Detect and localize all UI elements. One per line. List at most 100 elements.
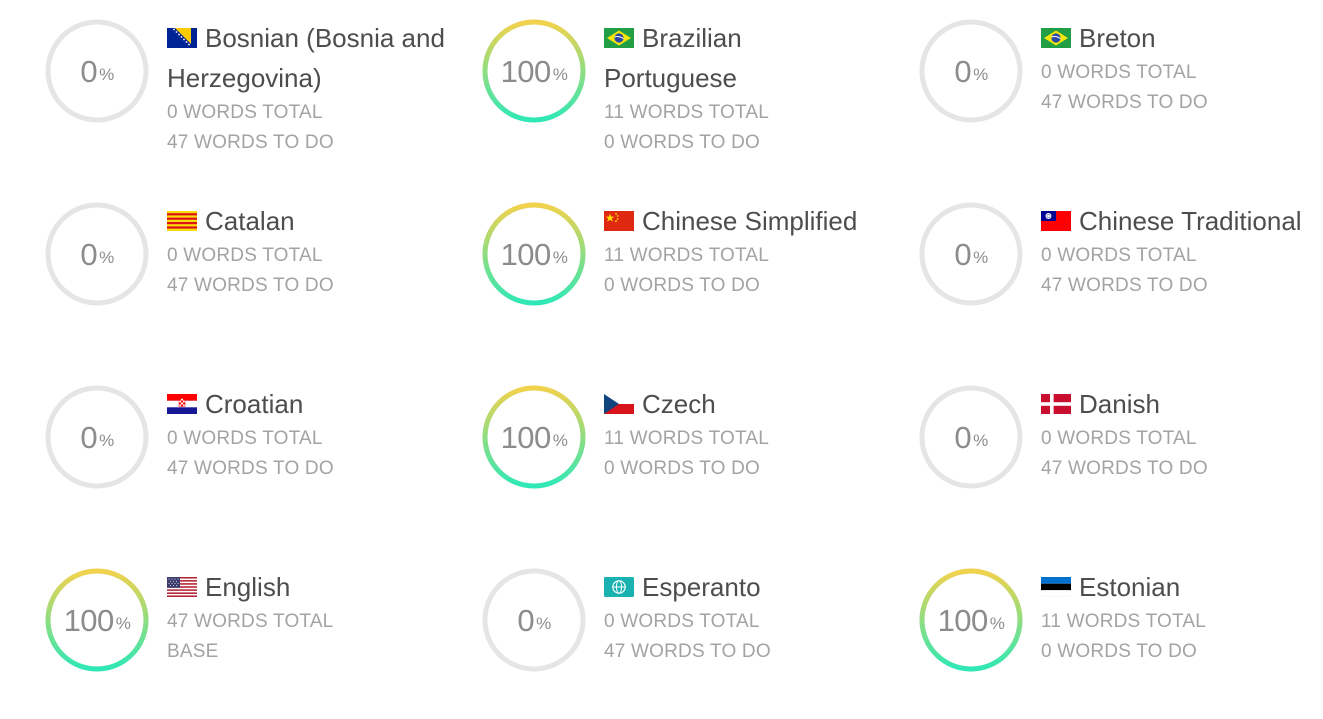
language-name-text: Breton (1079, 23, 1156, 53)
esperanto-flag-icon (604, 568, 634, 597)
brazil-flag-icon (1041, 19, 1071, 48)
progress-ring: 100% (482, 385, 586, 489)
language-info: Croatian 0 WORDS TOTAL 47 WORDS TO DO (167, 384, 467, 484)
china-flag-icon (604, 202, 634, 231)
brazil-flag-icon (604, 19, 634, 48)
percent-value: 0 (954, 53, 972, 89)
language-info: Estonian 11 WORDS TOTAL 0 WORDS TO DO (1040, 567, 1323, 667)
words-to-do: 0 WORDS TO DO (604, 132, 761, 153)
taiwan-flag-icon (1041, 202, 1071, 231)
language-info: Brazilian Portuguese 11 WORDS TOTAL 0 WO… (604, 18, 904, 158)
progress-percent: 0% (45, 202, 149, 306)
percent-sign: % (115, 613, 131, 633)
percent-value: 100 (500, 236, 552, 272)
czech-flag-icon (604, 385, 634, 414)
progress-ring: 100% (45, 568, 149, 672)
percent-value: 0 (80, 53, 98, 89)
progress-percent: 0% (45, 385, 149, 489)
language-card-catalan[interactable]: 0% Catalan 0 WORDS TOTAL 47 WORDS TO DO (0, 183, 430, 353)
words-total: 0 WORDS TOTAL (1041, 428, 1197, 449)
progress-ring: 0% (482, 568, 586, 672)
words-total: 11 WORDS TOTAL (604, 102, 770, 123)
progress-percent: 100% (45, 568, 149, 672)
words-total: 0 WORDS TOTAL (167, 245, 323, 266)
language-card-czech[interactable]: 100% Czech 11 WORDS TOTAL 0 WORDS TO DO (437, 366, 867, 536)
percent-sign: % (536, 613, 551, 633)
language-card-breton[interactable]: 0% Breton 0 WORDS TOTAL 47 WORDS TO DO (874, 0, 1304, 170)
words-total: 0 WORDS TOTAL (1041, 62, 1197, 83)
language-card-chinese-simplified[interactable]: 100% Chinese Simplified 11 WORDS TOTAL 0… (437, 183, 867, 353)
language-name[interactable]: English (167, 567, 467, 607)
language-info: Bosnian (Bosnia and Herzegovina) 0 WORDS… (167, 18, 467, 158)
words-total: 47 WORDS TOTAL (167, 611, 334, 632)
language-card-estonian[interactable]: 100% Estonian 11 WORDS TOTAL 0 WORDS TO … (874, 549, 1304, 719)
language-info: Chinese Traditional 0 WORDS TOTAL 47 WOR… (1041, 201, 1323, 301)
language-card-brazilian-portuguese[interactable]: 100% Brazilian Portuguese 11 WORDS TOTAL… (437, 0, 867, 170)
progress-percent: 0% (919, 19, 1023, 123)
bosnia-flag-icon (167, 19, 197, 48)
language-name[interactable]: Chinese Traditional (1041, 201, 1323, 241)
progress-percent: 100% (482, 385, 586, 489)
language-name-text: Bosnian (Bosnia and Herzegovina) (167, 23, 445, 93)
language-progress-grid: 0% Bosnian (Bosnia and Herzegovina) 0 WO… (0, 0, 1323, 706)
progress-percent: 0% (482, 568, 586, 672)
language-name[interactable]: Estonian (1040, 567, 1323, 607)
language-name[interactable]: Croatian (167, 384, 467, 424)
words-to-do: 47 WORDS TO DO (1041, 275, 1208, 296)
words-total: 0 WORDS TOTAL (1041, 245, 1197, 266)
words-to-do: 47 WORDS TO DO (167, 275, 334, 296)
percent-sign: % (989, 613, 1005, 633)
language-card-esperanto[interactable]: 0% Esperanto 0 WORDS TOTAL 47 WORDS TO D… (437, 549, 867, 719)
language-card-chinese-traditional[interactable]: 0% Chinese Traditional 0 WORDS TOTAL 47 … (874, 183, 1304, 353)
language-info: Breton 0 WORDS TOTAL 47 WORDS TO DO (1041, 18, 1323, 118)
language-info: Esperanto 0 WORDS TOTAL 47 WORDS TO DO (604, 567, 904, 667)
progress-ring: 100% (919, 568, 1023, 672)
progress-ring: 100% (482, 202, 586, 306)
language-card-danish[interactable]: 0% Danish 0 WORDS TOTAL 47 WORDS TO DO (874, 366, 1304, 536)
language-name[interactable]: Chinese Simplified (604, 201, 904, 241)
words-to-do: 0 WORDS TO DO (604, 275, 761, 296)
language-name-text: Croatian (205, 389, 304, 419)
language-card-bosnian[interactable]: 0% Bosnian (Bosnia and Herzegovina) 0 WO… (0, 0, 445, 170)
language-info: Chinese Simplified 11 WORDS TOTAL 0 WORD… (604, 201, 904, 301)
words-total: 0 WORDS TOTAL (167, 428, 323, 449)
language-name[interactable]: Breton (1041, 18, 1323, 58)
words-to-do: 0 WORDS TO DO (604, 458, 761, 479)
base-label: BASE (167, 641, 219, 662)
language-info: Czech 11 WORDS TOTAL 0 WORDS TO DO (604, 384, 904, 484)
language-name-text: Catalan (205, 206, 295, 236)
progress-ring: 0% (45, 19, 149, 123)
estonia-flag-icon (1040, 568, 1072, 598)
percent-sign: % (99, 247, 114, 267)
percent-sign: % (99, 430, 114, 450)
language-name[interactable]: Bosnian (Bosnia and Herzegovina) (167, 18, 467, 98)
progress-percent: 100% (482, 19, 586, 123)
language-info: Danish 0 WORDS TOTAL 47 WORDS TO DO (1041, 384, 1323, 484)
language-card-english[interactable]: 100% English 47 WORDS TOTAL BASE (0, 549, 430, 719)
words-total: 11 WORDS TOTAL (604, 428, 770, 449)
language-info: English 47 WORDS TOTAL BASE (167, 567, 467, 667)
percent-sign: % (552, 64, 568, 84)
language-name[interactable]: Catalan (167, 201, 467, 241)
percent-sign: % (973, 430, 988, 450)
language-name-text: Esperanto (642, 572, 761, 602)
croatia-flag-icon (167, 385, 197, 414)
language-name[interactable]: Czech (604, 384, 904, 424)
language-name-text: Chinese Simplified (642, 206, 858, 236)
language-card-croatian[interactable]: 0% Croatian 0 WORDS TOTAL 47 WORDS TO DO (0, 366, 430, 536)
language-name[interactable]: Brazilian Portuguese (604, 18, 804, 98)
language-name[interactable]: Danish (1041, 384, 1323, 424)
progress-ring: 0% (919, 385, 1023, 489)
progress-ring: 100% (482, 19, 586, 123)
language-name[interactable]: Esperanto (604, 567, 904, 607)
percent-value: 0 (954, 236, 972, 272)
language-name-text: Chinese Traditional (1079, 206, 1302, 236)
progress-ring: 0% (45, 385, 149, 489)
progress-ring: 0% (45, 202, 149, 306)
percent-value: 0 (517, 602, 535, 638)
percent-value: 100 (500, 53, 552, 89)
progress-percent: 100% (482, 202, 586, 306)
words-to-do: 47 WORDS TO DO (167, 458, 334, 479)
percent-value: 0 (80, 419, 98, 455)
language-name-text: Danish (1079, 389, 1160, 419)
